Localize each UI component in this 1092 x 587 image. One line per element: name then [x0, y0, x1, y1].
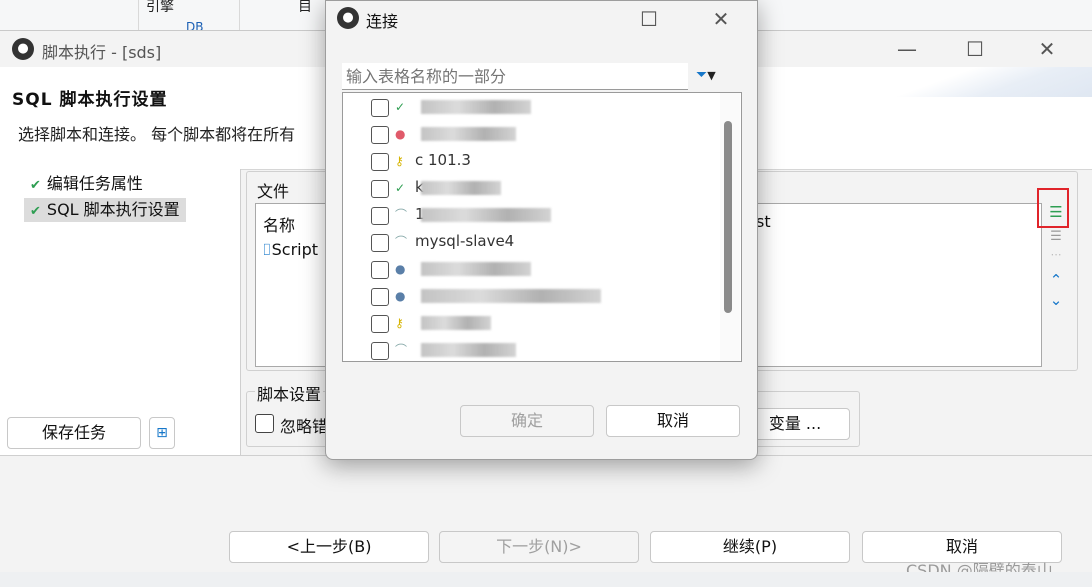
- db-key-icon: ⚷: [395, 154, 404, 168]
- main-window-title: 脚本执行 - [sds]: [42, 43, 162, 62]
- list-item[interactable]: ●: [371, 284, 691, 308]
- remove-script-icon[interactable]: ☰: [1046, 229, 1066, 244]
- scrollbar-thumb[interactable]: [724, 121, 732, 313]
- redacted-text: [421, 289, 601, 303]
- connection-checkbox[interactable]: [371, 207, 389, 225]
- list-item[interactable]: ✓: [371, 95, 691, 119]
- connection-checkbox[interactable]: [371, 99, 389, 117]
- list-item[interactable]: ⚷: [371, 311, 691, 335]
- connection-checkbox[interactable]: [371, 315, 389, 333]
- close-icon[interactable]: ✕: [1024, 31, 1070, 67]
- connection-name: mysql-slave4: [415, 232, 515, 250]
- highlight-annotation: [1037, 188, 1069, 228]
- table-row[interactable]: ⌷Script: [262, 240, 318, 260]
- connection-checkbox[interactable]: [371, 342, 389, 360]
- connection-name: c 101.3: [415, 151, 471, 169]
- background-col2-text: 目: [298, 0, 312, 15]
- background-col1-text: 引擎: [146, 0, 174, 15]
- nav-item-label: SQL 脚本执行设置: [46, 200, 180, 219]
- db-blue-icon: ●: [395, 262, 406, 276]
- connection-checkbox[interactable]: [371, 234, 389, 252]
- script-settings-label: 脚本设置: [255, 381, 324, 405]
- db-plain-icon: ⌒: [395, 208, 408, 222]
- redacted-text: [421, 181, 501, 195]
- db-connected-icon: ✓: [395, 100, 406, 114]
- ignore-errors-label: 忽略错: [280, 417, 329, 436]
- list-item[interactable]: ✓ k: [371, 176, 691, 200]
- maximize-icon[interactable]: ☐: [626, 1, 672, 37]
- redacted-text: [421, 127, 516, 141]
- minimize-icon[interactable]: —: [884, 31, 930, 67]
- search-input[interactable]: [342, 63, 688, 90]
- save-task-button[interactable]: 保存任务: [7, 417, 141, 449]
- page-description: 选择脚本和连接。 每个脚本都将在所有: [18, 125, 296, 144]
- more-icon: ⋯: [1050, 248, 1062, 261]
- next-button[interactable]: 下一步(N)>: [439, 531, 639, 563]
- connection-list: ✓ ● ⚷ c 101.3 ✓ k ⌒ 1 ⌒ mysql-slave4 ● ● ⚷ ⌒: [342, 92, 742, 362]
- close-icon[interactable]: ✕: [698, 1, 744, 37]
- db-connected-icon: ✓: [395, 181, 406, 195]
- page-title: SQL 脚本执行设置: [12, 90, 168, 110]
- dialog-title: 连接: [366, 12, 399, 31]
- redacted-text: [421, 343, 516, 357]
- nav-pane: ✔ 编辑任务属性 ✔ SQL 脚本执行设置 保存任务 ⊞: [0, 169, 240, 455]
- chevron-down-icon[interactable]: ▼: [707, 69, 715, 82]
- redacted-text: [421, 100, 531, 114]
- files-column-name: 名称: [263, 216, 296, 235]
- filter-icon[interactable]: ⏷▼: [696, 67, 716, 83]
- redacted-text: [421, 208, 551, 222]
- ok-button[interactable]: 确定: [460, 405, 594, 437]
- check-icon: ✔: [30, 204, 41, 219]
- nav-item-sql-script-settings[interactable]: ✔ SQL 脚本执行设置: [24, 198, 186, 222]
- move-up-icon[interactable]: ⌃: [1046, 271, 1066, 289]
- dbeaver-app-icon: ●: [12, 38, 34, 60]
- list-item[interactable]: ●: [371, 257, 691, 281]
- files-group-label: 文件: [255, 178, 292, 202]
- db-red-icon: ●: [395, 127, 406, 141]
- connection-checkbox[interactable]: [371, 288, 389, 306]
- maximize-icon[interactable]: ☐: [952, 31, 998, 67]
- header-decoration: [892, 67, 1092, 97]
- sitemap-icon[interactable]: ⊞: [149, 417, 175, 449]
- redacted-text: [421, 316, 491, 330]
- db-plain-icon: ⌒: [395, 343, 408, 357]
- db-plain-icon: ⌒: [395, 235, 408, 249]
- connection-dialog: ● 连接 ☐ ✕ ⏷▼ ✓●⚷c 101.3✓k⌒ 1⌒mysql-slave4…: [325, 0, 758, 460]
- connection-checkbox[interactable]: [371, 126, 389, 144]
- connection-checkbox[interactable]: [371, 261, 389, 279]
- nav-item-label: 编辑任务属性: [46, 174, 143, 193]
- dbeaver-app-icon: ●: [337, 7, 359, 29]
- db-key-icon: ⚷: [395, 316, 404, 330]
- list-item[interactable]: ⌒ 1: [371, 203, 691, 227]
- check-icon: ✔: [30, 178, 41, 193]
- redacted-text: [421, 262, 531, 276]
- list-item[interactable]: ⚷ c 101.3: [371, 149, 691, 173]
- ignore-errors-checkbox[interactable]: [255, 414, 274, 433]
- move-down-icon[interactable]: ⌄: [1046, 291, 1066, 309]
- db-blue-icon: ●: [395, 289, 406, 303]
- list-item[interactable]: ⌒: [371, 338, 691, 361]
- connection-checkbox[interactable]: [371, 153, 389, 171]
- script-file-icon: ⌷: [262, 240, 272, 259]
- prev-button[interactable]: <上一步(B): [229, 531, 429, 563]
- list-item[interactable]: ●: [371, 122, 691, 146]
- dialog-cancel-button[interactable]: 取消: [606, 405, 740, 437]
- background-bottom-strip: [0, 572, 1092, 587]
- pane-divider: [240, 169, 241, 455]
- continue-button[interactable]: 继续(P): [650, 531, 850, 563]
- list-item[interactable]: ⌒ mysql-slave4: [371, 230, 691, 254]
- nav-item-edit-task[interactable]: ✔ 编辑任务属性: [24, 172, 149, 196]
- file-item-label: Script: [271, 240, 319, 259]
- connection-checkbox[interactable]: [371, 180, 389, 198]
- files-column-right: st: [756, 212, 771, 231]
